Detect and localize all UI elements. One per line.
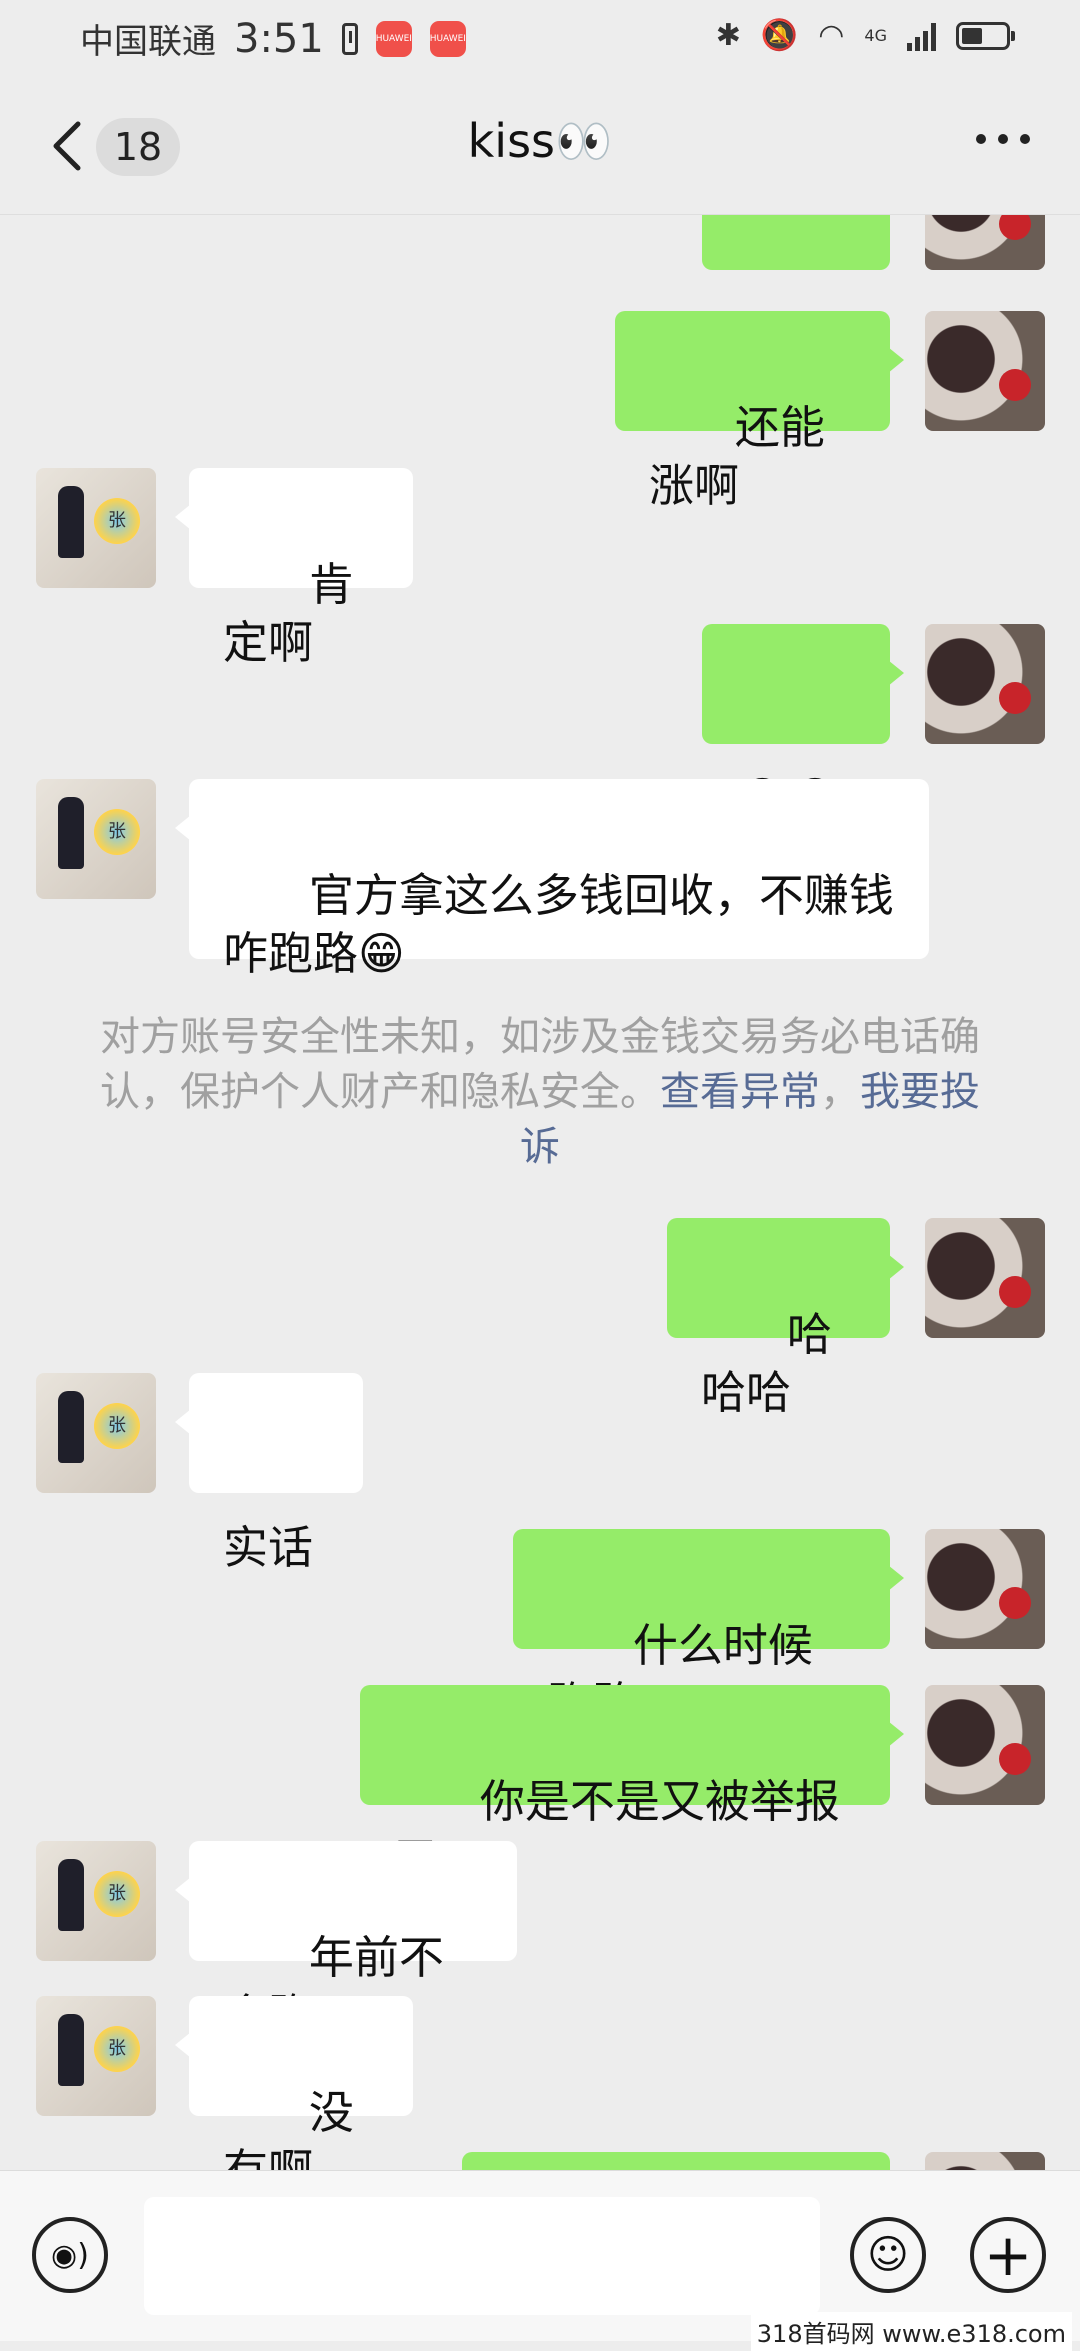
signal-icon xyxy=(907,21,936,51)
wifi-icon: ◠ xyxy=(818,18,845,53)
message-bubble[interactable]: 年前不会跑 xyxy=(175,1841,517,2042)
chat-title: kiss👀 xyxy=(467,114,613,168)
status-left: 中国联通 3:51 HUAWEI HUAWEI xyxy=(80,14,466,63)
carrier-label: 中国联通 xyxy=(80,22,216,62)
contact-avatar[interactable]: 张 xyxy=(36,468,156,588)
emoji-icon[interactable]: ☺ xyxy=(850,2217,926,2293)
contact-avatar[interactable]: 张 xyxy=(36,1996,156,2116)
message-input[interactable] xyxy=(144,2197,820,2315)
message-bubble[interactable]: 官方拿这么多钱回收，不赚钱 咋跑路😁 xyxy=(175,779,929,980)
message-bubble[interactable]: 实话 xyxy=(175,1373,363,1574)
my-avatar[interactable] xyxy=(925,1685,1045,1805)
view-abnormal-link[interactable]: 查看异常 xyxy=(660,1069,820,1115)
voice-input-icon[interactable]: ◉) xyxy=(32,2217,108,2293)
my-avatar[interactable] xyxy=(925,1218,1045,1338)
message-bubble[interactable]: 肯定啊 xyxy=(175,468,413,669)
message-bubble[interactable]: 你是不是又被举报了 xyxy=(360,1685,904,1886)
more-options-icon[interactable] xyxy=(976,134,1030,144)
contact-avatar[interactable]: 张 xyxy=(36,779,156,899)
huawei-app-icon: HUAWEI xyxy=(376,20,412,57)
message-bubble-emoji[interactable]: 😂😂 xyxy=(702,215,890,270)
clock: 3:51 xyxy=(234,15,324,62)
my-avatar[interactable] xyxy=(925,624,1045,744)
watermark: 318首码网 www.e318.com xyxy=(750,2312,1072,2351)
alert-icon xyxy=(341,22,358,55)
contact-avatar[interactable]: 张 xyxy=(36,1373,156,1493)
mute-bell-icon: 🔕 xyxy=(760,18,799,53)
huawei-app-icon: HUAWEI xyxy=(430,20,466,57)
my-avatar[interactable] xyxy=(925,1529,1045,1649)
contact-avatar[interactable]: 张 xyxy=(36,1841,156,1961)
message-list[interactable]: 😂😂 还能涨啊 张 肯定啊 😂😂 张 官方拿这么多钱回收，不赚钱 咋跑路😁 对方… xyxy=(0,215,1080,2170)
my-avatar[interactable] xyxy=(925,311,1045,431)
my-avatar[interactable] xyxy=(925,215,1045,270)
network-type-label: 4G xyxy=(864,26,887,45)
security-warning-notice: 对方账号安全性未知，如涉及金钱交易务必电话确认，保护个人财产和隐私安全。查看异常… xyxy=(100,1014,980,1170)
message-bubble[interactable]: 什么时候跑路 xyxy=(513,1529,904,1730)
message-bubble[interactable] xyxy=(462,2152,890,2170)
my-avatar[interactable] xyxy=(925,2152,1045,2170)
message-bubble[interactable]: 没有啊 xyxy=(175,1996,413,2170)
message-bubble[interactable]: 哈哈哈 xyxy=(667,1218,904,1419)
bluetooth-icon: ✱ xyxy=(715,18,741,53)
plus-icon[interactable]: + xyxy=(970,2217,1046,2293)
message-bubble[interactable]: 还能涨啊 xyxy=(615,311,904,512)
chat-header: 18 kiss👀 xyxy=(0,78,1080,215)
status-right: ✱ 🔕 ◠ 4G xyxy=(715,18,1015,53)
battery-icon xyxy=(956,21,1015,50)
message-bubble-emoji[interactable]: 😂😂 xyxy=(702,624,904,825)
status-bar: 中国联通 3:51 HUAWEI HUAWEI ✱ 🔕 ◠ 4G xyxy=(0,0,1080,78)
